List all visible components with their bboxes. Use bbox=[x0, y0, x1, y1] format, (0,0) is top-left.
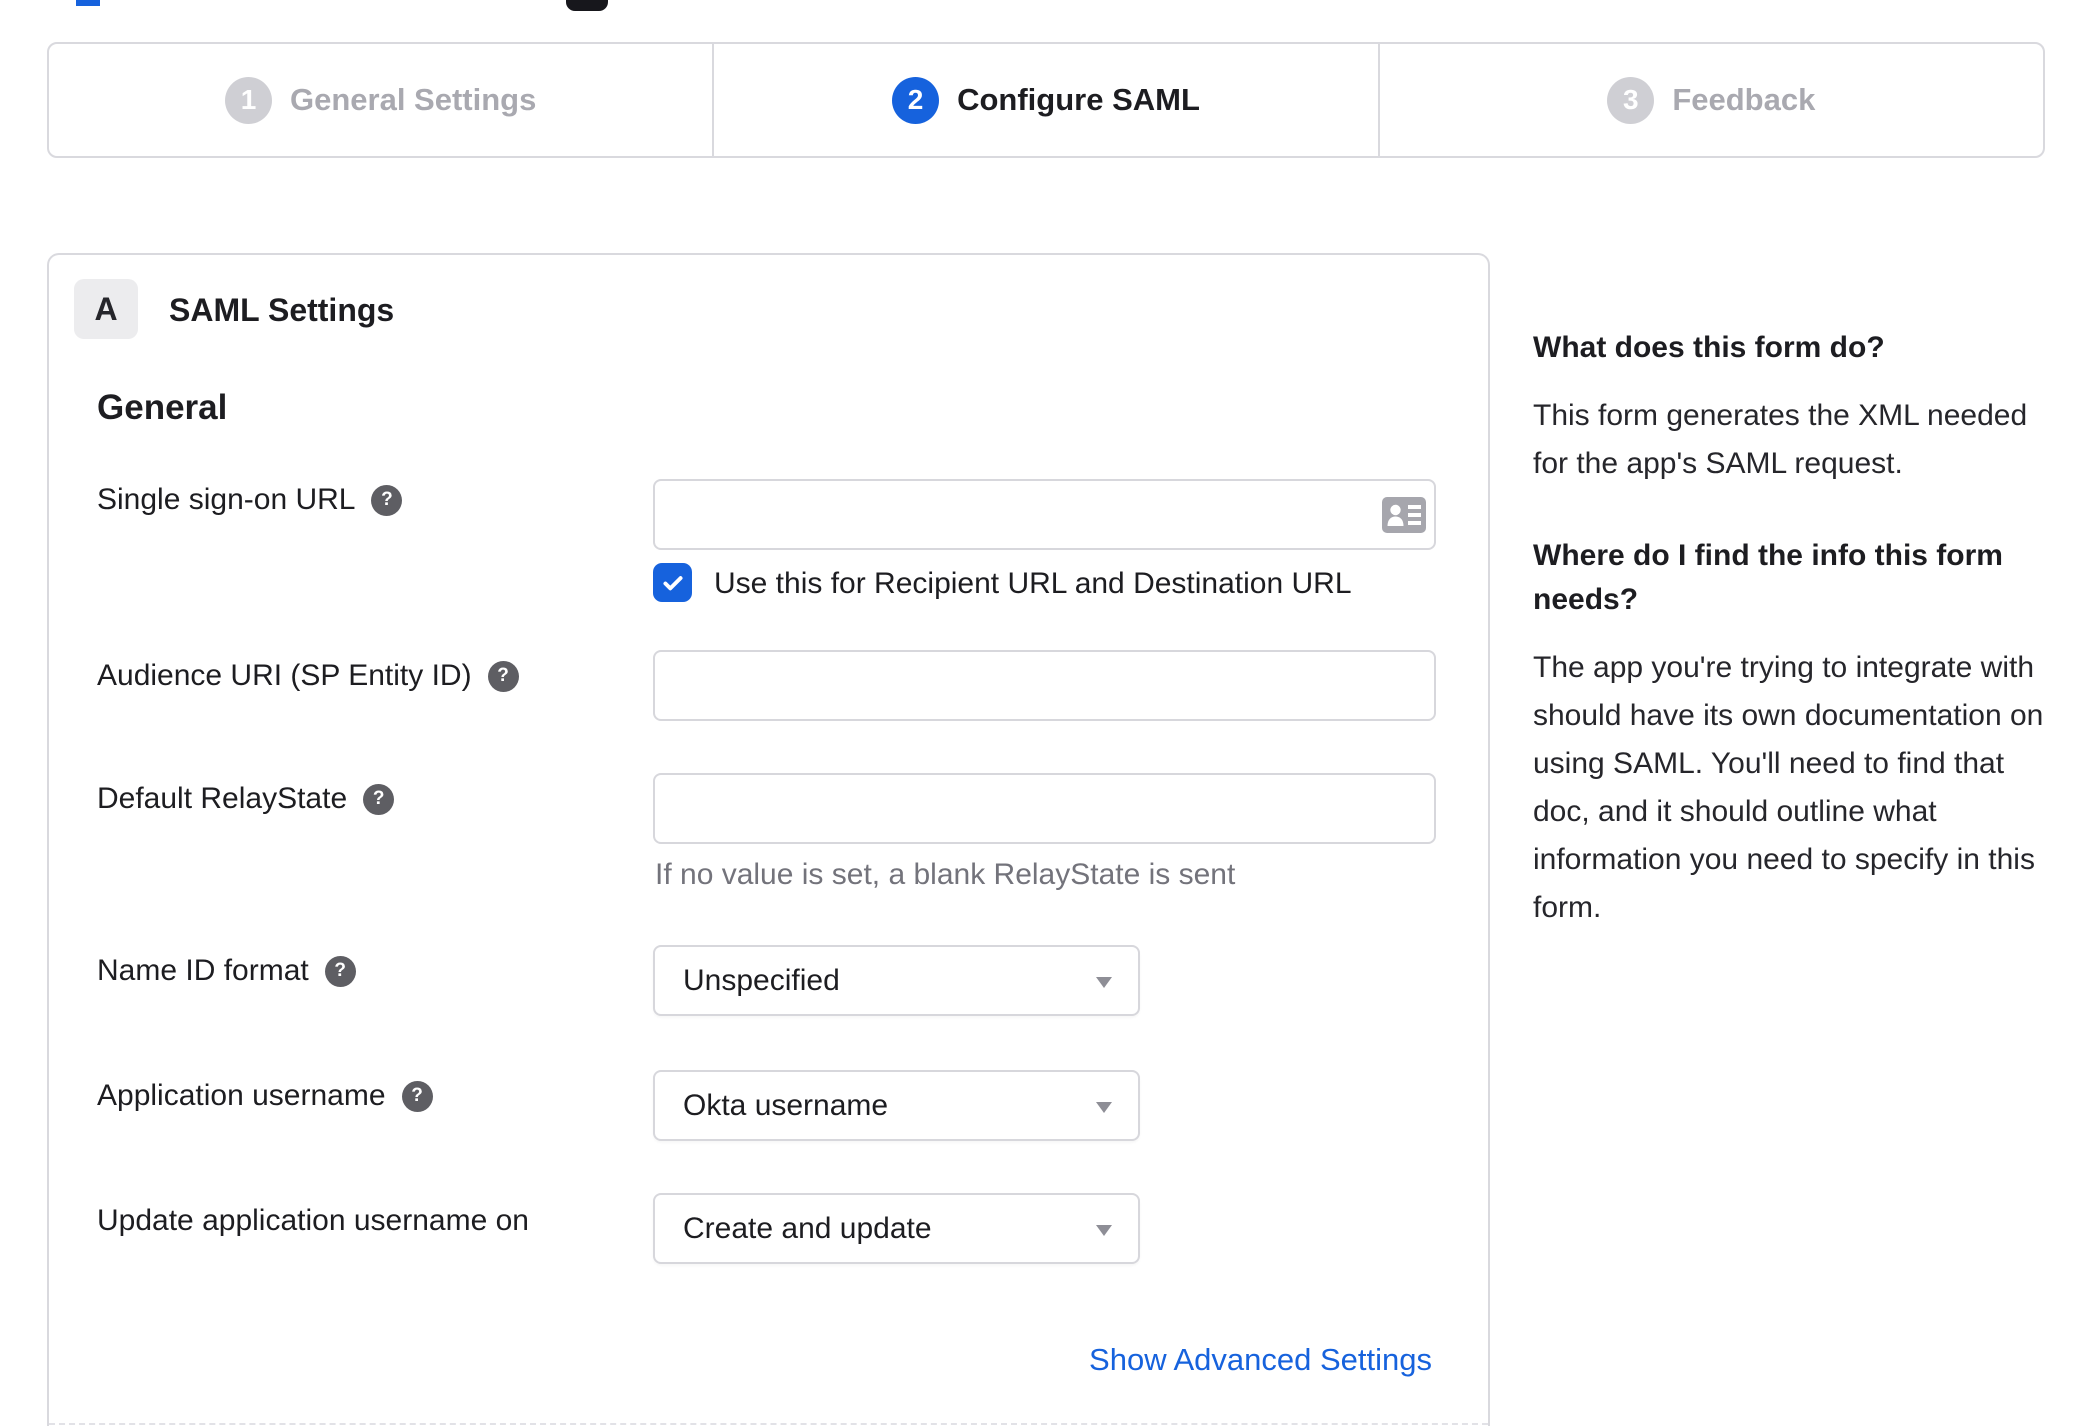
check-icon bbox=[662, 575, 683, 590]
update-app-username-label: Update application username on bbox=[97, 1204, 529, 1237]
use-for-recipient-destination-checkbox[interactable] bbox=[653, 563, 692, 602]
step-label: Feedback bbox=[1672, 82, 1816, 117]
chevron-down-icon bbox=[1096, 1101, 1112, 1113]
sidebar-heading-what: What does this form do? bbox=[1533, 331, 1885, 364]
default-relaystate-input[interactable] bbox=[653, 773, 1436, 844]
sidebar-body-where: The app you're trying to integrate with … bbox=[1533, 651, 2044, 924]
help-icon[interactable]: ? bbox=[363, 783, 395, 815]
saml-settings-panel: A SAML Settings General Single sign-on U… bbox=[47, 253, 1490, 1426]
single-sign-on-url-input[interactable] bbox=[653, 479, 1436, 550]
wizard-stepper: 1 General Settings 2 Configure SAML 3 Fe… bbox=[47, 42, 2045, 158]
default-relaystate-label: Default RelayState ? bbox=[97, 782, 395, 816]
show-advanced-settings-link[interactable]: Show Advanced Settings bbox=[1089, 1342, 1432, 1378]
page-title-accent-fragment bbox=[76, 0, 100, 6]
section-title: SAML Settings bbox=[169, 292, 395, 328]
name-id-format-select[interactable]: Unspecified bbox=[653, 945, 1140, 1016]
single-sign-on-url-label: Single sign-on URL ? bbox=[97, 483, 403, 517]
selected-value: Okta username bbox=[683, 1088, 889, 1122]
audience-uri-input[interactable] bbox=[653, 650, 1436, 721]
chevron-down-icon bbox=[1096, 976, 1112, 988]
step-number-badge: 3 bbox=[1607, 76, 1655, 124]
help-icon[interactable]: ? bbox=[371, 484, 403, 516]
app-logo-fragment bbox=[566, 0, 608, 11]
contact-card-icon bbox=[1382, 497, 1426, 533]
chevron-down-icon bbox=[1096, 1224, 1112, 1236]
help-sidebar: What does this form do? This form genera… bbox=[1533, 326, 2049, 978]
step-label: General Settings bbox=[289, 82, 537, 117]
selected-value: Create and update bbox=[683, 1211, 932, 1245]
step-feedback[interactable]: 3 Feedback bbox=[1377, 44, 2043, 156]
section-divider bbox=[49, 1423, 1488, 1425]
help-icon[interactable]: ? bbox=[324, 955, 356, 987]
help-icon[interactable]: ? bbox=[401, 1080, 433, 1112]
relaystate-hint: If no value is set, a blank RelayState i… bbox=[655, 858, 1236, 891]
sidebar-heading-where: Where do I find the info this form needs… bbox=[1533, 539, 2003, 616]
use-for-recipient-destination-label: Use this for Recipient URL and Destinati… bbox=[714, 567, 1352, 600]
section-a-badge: A bbox=[74, 279, 138, 339]
step-configure-saml[interactable]: 2 Configure SAML bbox=[712, 44, 1377, 156]
step-general-settings[interactable]: 1 General Settings bbox=[49, 44, 712, 156]
help-icon[interactable]: ? bbox=[487, 660, 519, 692]
general-group-heading: General bbox=[97, 388, 228, 427]
step-number-badge: 2 bbox=[892, 76, 940, 124]
update-app-username-select[interactable]: Create and update bbox=[653, 1193, 1140, 1264]
audience-uri-label: Audience URI (SP Entity ID) ? bbox=[97, 659, 519, 693]
sidebar-body-what: This form generates the XML needed for t… bbox=[1533, 399, 2028, 480]
selected-value: Unspecified bbox=[683, 963, 840, 997]
application-username-label: Application username ? bbox=[97, 1079, 433, 1113]
step-number-badge: 1 bbox=[224, 76, 272, 124]
name-id-format-label: Name ID format ? bbox=[97, 954, 356, 988]
application-username-select[interactable]: Okta username bbox=[653, 1070, 1140, 1141]
step-label: Configure SAML bbox=[957, 82, 1200, 117]
